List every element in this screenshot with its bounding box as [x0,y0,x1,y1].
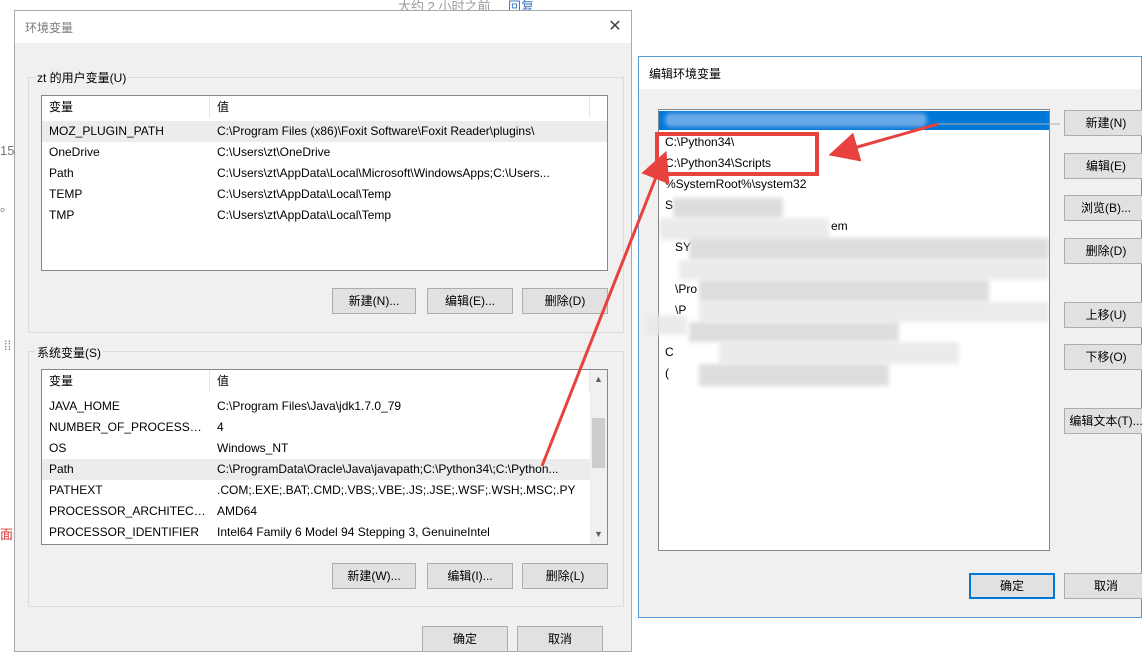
variable-value: C:\Program Files (x86)\Foxit Software\Fo… [217,124,535,138]
obscured-region [689,238,1049,260]
system-list-scrollbar[interactable]: ▲ ▼ [590,370,607,544]
variable-name: NUMBER_OF_PROCESSORS [49,420,209,434]
list-header: 变量 值 [42,96,607,118]
variable-value: Windows_NT [217,441,289,455]
obscured-region [719,342,959,364]
table-row[interactable]: TMP C:\Users\zt\AppData\Local\Temp [42,205,607,226]
edit-environment-variable-dialog: 编辑环境变量 C:\Python34\ C:\Python34\Scripts … [638,56,1142,618]
variable-name: JAVA_HOME [49,399,120,413]
variable-value: AMD64 [217,504,258,518]
table-row[interactable]: PROCESSOR_ARCHITECT... AMD64 [42,501,607,522]
system-variables-label: 系统变量(S) [35,344,103,361]
scroll-thumb[interactable] [592,418,605,468]
obscured-region [699,280,989,302]
variable-name: TEMP [49,187,83,201]
variable-name: PATHEXT [49,483,103,497]
variable-value: C:\Program Files\Java\jdk1.7.0_79 [217,399,402,413]
table-row[interactable]: NUMBER_OF_PROCESSORS 4 [42,417,607,438]
variable-value: C:\Users\zt\AppData\Local\Temp [217,208,392,222]
variable-name: MOZ_PLUGIN_PATH [49,124,164,138]
edit-text-button[interactable]: 编辑文本(T)... [1064,408,1142,434]
environment-variables-dialog: 环境变量 ✕ zt 的用户变量(U) 变量 值 MOZ_PLUGIN_PATH … [14,10,632,652]
close-icon[interactable]: ✕ [605,17,625,37]
variable-name: PROCESSOR_ARCHITECT... [49,504,209,518]
browse-button[interactable]: 浏览(B)... [1064,195,1142,221]
list-header: 变量 值 [42,370,607,392]
cancel-button[interactable]: 取消 [1064,573,1142,599]
variable-name: Path [49,166,74,180]
column-header-value[interactable]: 值 [210,370,590,392]
column-header-variable[interactable]: 变量 [42,370,210,392]
system-edit-button[interactable]: 编辑(I)... [427,563,513,589]
path-entry[interactable]: C:\Python34\Scripts [665,153,771,174]
variable-value: .COM;.EXE;.BAT;.CMD;.VBS;.VBE;.JS;.JSE;.… [217,483,576,497]
obscured-entry-fragment: S [665,198,674,212]
table-row[interactable]: PROCESSOR_IDENTIFIER Intel64 Family 6 Mo… [42,522,607,543]
system-delete-button[interactable]: 删除(L) [522,563,608,589]
table-row[interactable]: JAVA_HOME C:\Program Files\Java\jdk1.7.0… [42,396,607,417]
obscured-entry-fragment: C [665,345,674,359]
variable-value: C:\Users\zt\OneDrive [217,145,331,159]
title-bar: 环境变量 ✕ [15,11,631,43]
obscured-region [679,260,1049,280]
path-entries-list[interactable]: C:\Python34\ C:\Python34\Scripts %System… [658,109,1050,551]
delete-entry-button[interactable]: 删除(D) [1064,238,1142,264]
variable-name: OneDrive [49,145,100,159]
variable-value: Intel64 Family 6 Model 94 Stepping 3, Ge… [217,525,490,539]
variable-name: Path [49,462,74,476]
variable-name: PROCESSOR_IDENTIFIER [49,525,200,539]
new-entry-button[interactable]: 新建(N) [1064,110,1142,136]
user-variables-list[interactable]: 变量 值 MOZ_PLUGIN_PATH C:\Program Files (x… [41,95,608,271]
title-bar: 编辑环境变量 [639,57,1141,89]
obscured-entry-fragment: ( [665,366,669,380]
obscured-region [673,198,783,218]
background-fragment-dot: 。 [0,199,14,214]
move-down-button[interactable]: 下移(O) [1064,344,1142,370]
user-new-button[interactable]: 新建(N)... [332,288,416,314]
background-fragment-icon: ⁞⁞ [4,338,12,353]
system-new-button[interactable]: 新建(W)... [332,563,416,589]
obscured-region [647,315,687,335]
user-edit-button[interactable]: 编辑(E)... [427,288,513,314]
column-header-value[interactable]: 值 [210,96,590,118]
obscured-region [699,302,1049,322]
scroll-down-icon[interactable]: ▼ [590,526,607,543]
table-row[interactable]: OneDrive C:\Users\zt\OneDrive [42,142,607,163]
variable-name: OS [49,441,67,455]
user-variables-label: zt 的用户变量(U) [35,69,129,86]
table-row[interactable]: Path C:\Users\zt\AppData\Local\Microsoft… [42,163,607,184]
move-up-button[interactable]: 上移(U) [1064,302,1142,328]
variable-value: C:\Users\zt\AppData\Local\Microsoft\Wind… [217,166,550,180]
obscured-entry-fragment: \Pro [675,282,698,296]
system-variables-list[interactable]: 变量 值 JAVA_HOME C:\Program Files\Java\jdk… [41,369,608,545]
column-header-variable[interactable]: 变量 [42,96,210,118]
variable-value: C:\Users\zt\AppData\Local\Temp [217,187,392,201]
obscured-entry-fragment: em [831,219,848,233]
table-row[interactable]: PATHEXT .COM;.EXE;.BAT;.CMD;.VBS;.VBE;.J… [42,480,607,501]
cancel-button[interactable]: 取消 [517,626,603,652]
scroll-up-icon[interactable]: ▲ [590,371,607,388]
path-entry[interactable]: %SystemRoot%\system32 [665,174,806,195]
dialog-title: 环境变量 [25,21,74,35]
edit-entry-button[interactable]: 编辑(E) [1064,153,1142,179]
table-row[interactable]: Path C:\ProgramData\Oracle\Java\javapath… [42,459,590,480]
variable-name: TMP [49,208,75,222]
table-row[interactable]: OS Windows_NT [42,438,607,459]
table-row[interactable]: MOZ_PLUGIN_PATH C:\Program Files (x86)\F… [42,121,607,142]
obscured-region [659,218,829,240]
ok-button[interactable]: 确定 [969,573,1055,599]
dialog-title: 编辑环境变量 [649,67,722,81]
path-entry[interactable]: C:\Python34\ [665,132,734,153]
obscured-region [699,364,889,386]
variable-value: C:\ProgramData\Oracle\Java\javapath;C:\P… [217,462,559,476]
variable-value: 4 [217,420,224,434]
user-delete-button[interactable]: 删除(D) [522,288,608,314]
obscured-region [689,322,899,342]
table-row[interactable]: TEMP C:\Users\zt\AppData\Local\Temp [42,184,607,205]
ok-button[interactable]: 确定 [422,626,508,652]
selected-entry-blur [665,113,927,127]
